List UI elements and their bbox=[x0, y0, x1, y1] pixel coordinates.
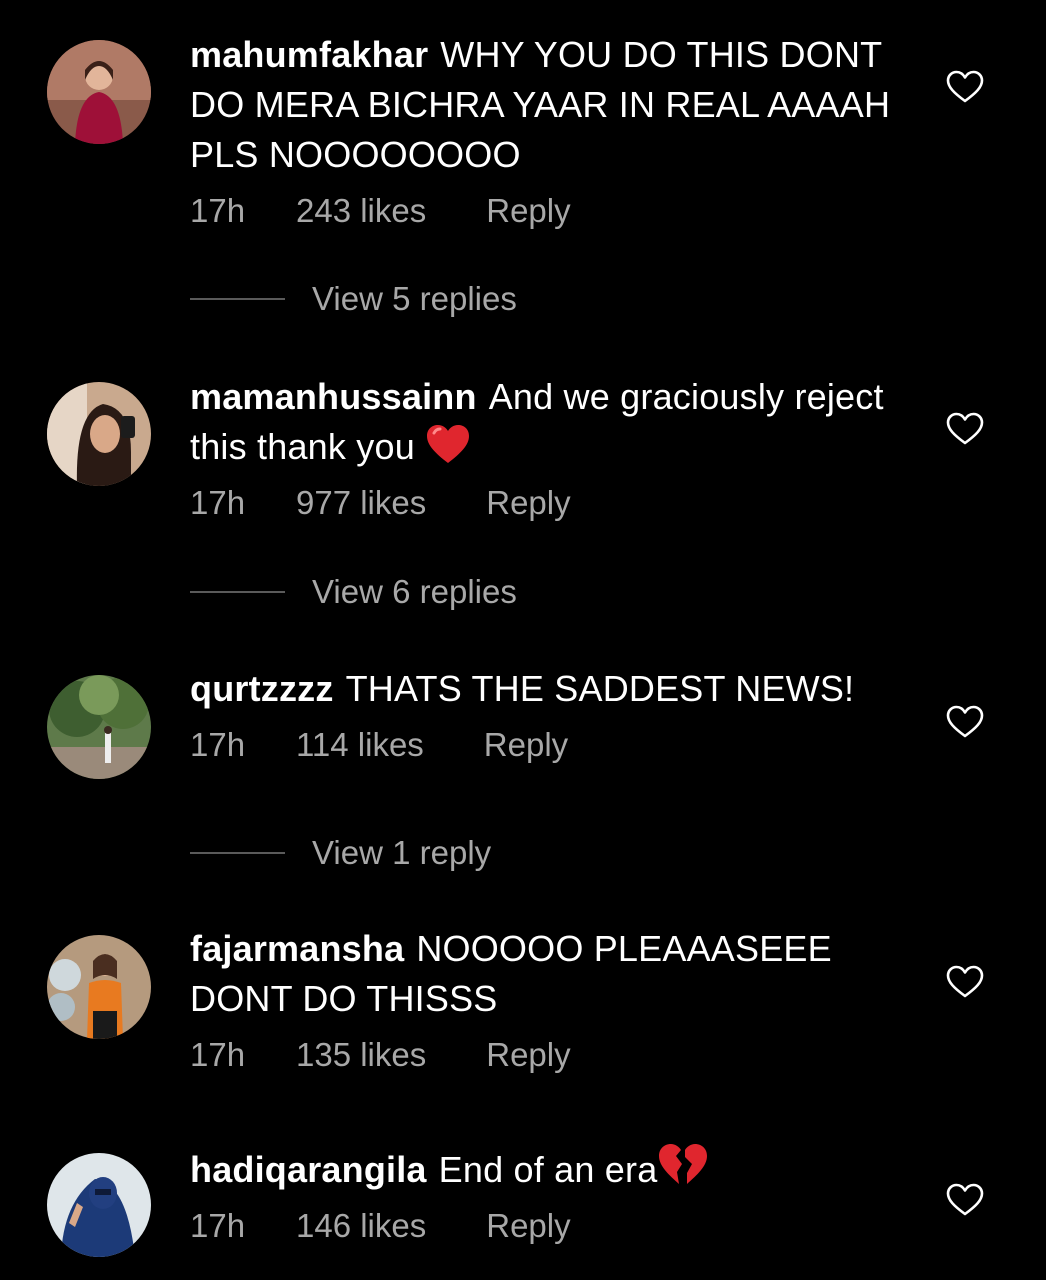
reply-button[interactable]: Reply bbox=[486, 1207, 570, 1245]
comment-text: End of an era bbox=[438, 1149, 658, 1190]
comment-time: 17h bbox=[190, 1036, 246, 1073]
reply-button[interactable]: Reply bbox=[486, 484, 570, 522]
divider-line bbox=[190, 298, 285, 300]
view-replies-label: View 6 replies bbox=[312, 573, 517, 610]
avatar[interactable] bbox=[47, 675, 151, 779]
heart-outline-icon[interactable] bbox=[946, 412, 984, 446]
avatar[interactable] bbox=[47, 40, 151, 144]
avatar[interactable] bbox=[47, 1153, 151, 1257]
reply-button[interactable]: Reply bbox=[486, 192, 570, 230]
view-replies-button[interactable]: View 6 replies bbox=[190, 572, 517, 612]
comment-likes[interactable]: 146 likes bbox=[296, 1207, 426, 1245]
comment-likes[interactable]: 243 likes bbox=[296, 192, 426, 230]
heart-outline-icon[interactable] bbox=[946, 705, 984, 739]
comment-time: 17h bbox=[190, 1207, 246, 1244]
view-replies-label: View 5 replies bbox=[312, 280, 517, 317]
heart-outline-icon[interactable] bbox=[946, 70, 984, 104]
heart-outline-icon[interactable] bbox=[946, 965, 984, 999]
comment-likes[interactable]: 114 likes bbox=[296, 726, 424, 764]
comment-username[interactable]: mamanhussainn bbox=[190, 376, 477, 417]
comment-time: 17h bbox=[190, 484, 246, 521]
view-replies-label: View 1 reply bbox=[312, 834, 492, 871]
comment-username[interactable]: mahumfakhar bbox=[190, 34, 428, 75]
comment-likes[interactable]: 977 likes bbox=[296, 484, 426, 522]
divider-line bbox=[190, 591, 285, 593]
comment-time: 17h bbox=[190, 192, 246, 229]
red-heart-emoji bbox=[427, 425, 470, 463]
broken-heart-emoji bbox=[659, 1144, 708, 1184]
comment-time: 17h bbox=[190, 726, 246, 763]
comment-username[interactable]: hadiqarangila bbox=[190, 1149, 427, 1190]
heart-outline-icon[interactable] bbox=[946, 1183, 984, 1217]
reply-button[interactable]: Reply bbox=[486, 1036, 570, 1074]
comment-text: THATS THE SADDEST NEWS! bbox=[345, 668, 855, 709]
comment-username[interactable]: fajarmansha bbox=[190, 928, 404, 969]
view-replies-button[interactable]: View 1 reply bbox=[190, 833, 491, 873]
comment-username[interactable]: qurtzzzz bbox=[190, 668, 334, 709]
view-replies-button[interactable]: View 5 replies bbox=[190, 279, 517, 319]
avatar[interactable] bbox=[47, 935, 151, 1039]
reply-button[interactable]: Reply bbox=[484, 726, 568, 764]
divider-line bbox=[190, 852, 285, 854]
avatar[interactable] bbox=[47, 382, 151, 486]
comment-likes[interactable]: 135 likes bbox=[296, 1036, 426, 1074]
